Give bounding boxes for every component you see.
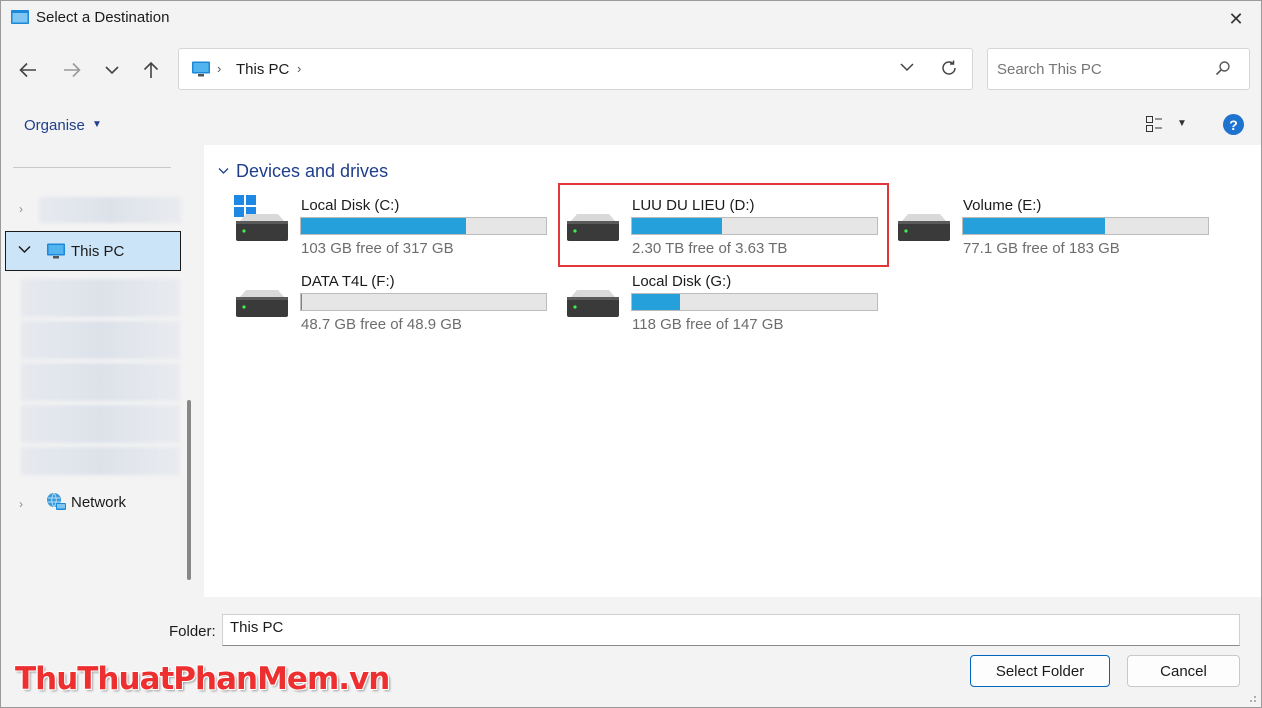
folder-icon	[11, 10, 29, 24]
folder-name-field[interactable]: This PC	[222, 614, 1240, 646]
search-icon[interactable]	[1215, 60, 1231, 76]
chevron-right-icon[interactable]: ›	[19, 497, 23, 511]
drive-item-g[interactable]: Local Disk (G:) 118 GB free of 147 GB	[565, 267, 885, 339]
drive-usage-bar	[962, 217, 1209, 235]
drive-free-space: 103 GB free of 317 GB	[301, 240, 454, 257]
search-input[interactable]: Search This PC	[997, 61, 1102, 78]
help-button[interactable]: ?	[1223, 114, 1244, 135]
arrow-right-icon	[64, 62, 81, 78]
sidebar-item-this-pc[interactable]: This PC	[5, 231, 181, 271]
chevron-down-icon[interactable]	[218, 167, 229, 175]
drive-free-space: 48.7 GB free of 48.9 GB	[301, 316, 462, 333]
window-title: Select a Destination	[36, 9, 170, 26]
caret-down-icon[interactable]: ▼	[92, 119, 102, 130]
cancel-button[interactable]: Cancel	[1127, 655, 1240, 687]
monitor-icon	[192, 61, 210, 77]
blurred-item	[21, 279, 180, 317]
drive-usage-fill	[301, 218, 467, 234]
drive-name: Volume (E:)	[963, 197, 1042, 214]
arrow-up-icon	[143, 61, 159, 78]
drive-free-space: 77.1 GB free of 183 GB	[963, 240, 1120, 257]
organise-menu-button[interactable]: Organise	[24, 117, 85, 134]
title-bar: Select a Destination ✕	[1, 1, 1261, 37]
caret-down-icon[interactable]: ▼	[1177, 118, 1187, 129]
highlight-box	[558, 183, 889, 267]
drive-usage-bar	[300, 217, 547, 235]
hard-drive-icon	[236, 214, 288, 241]
command-bar: Organise ▼ ▼ ?	[1, 105, 1261, 145]
blurred-item	[21, 321, 180, 359]
breadcrumb-chevron-icon[interactable]: ›	[297, 61, 301, 76]
search-box[interactable]: Search This PC	[987, 48, 1250, 90]
address-dropdown-button[interactable]	[900, 59, 914, 75]
chevron-right-icon[interactable]: ›	[19, 202, 23, 216]
close-icon: ✕	[1228, 8, 1244, 29]
breadcrumb-chevron-icon: ›	[217, 61, 222, 76]
drive-name: Local Disk (G:)	[632, 273, 732, 290]
drive-name: Local Disk (C:)	[301, 197, 400, 214]
resize-grip-icon[interactable]	[1245, 691, 1257, 703]
view-options-icon[interactable]	[1146, 116, 1162, 132]
sidebar-item-label: This PC	[71, 243, 125, 260]
folder-label: Folder:	[169, 623, 216, 640]
monitor-icon	[47, 243, 65, 259]
hard-drive-icon	[236, 290, 288, 317]
drive-usage-bar	[300, 293, 547, 311]
blurred-item	[21, 405, 180, 443]
drive-usage-fill	[632, 294, 681, 310]
forward-button[interactable]	[58, 56, 86, 84]
dialog-window: Select a Destination ✕ › This PC › Searc…	[0, 0, 1262, 708]
dialog-footer: Folder: This PC Select Folder Cancel Thu…	[1, 597, 1261, 707]
refresh-icon	[942, 60, 956, 75]
hard-drive-icon	[898, 214, 950, 241]
drive-name: DATA T4L (F:)	[301, 273, 395, 290]
address-bar[interactable]: › This PC ›	[178, 48, 973, 90]
back-button[interactable]	[14, 56, 42, 84]
arrow-left-icon	[19, 62, 36, 78]
chevron-down-icon	[105, 66, 119, 75]
recent-locations-button[interactable]	[98, 56, 126, 84]
sidebar-item-network[interactable]: Network	[39, 489, 179, 519]
navigation-pane: › This PC › Network	[1, 145, 204, 597]
chevron-down-icon	[900, 63, 914, 72]
breadcrumb-this-pc[interactable]: This PC	[236, 61, 289, 78]
drive-item-f[interactable]: DATA T4L (F:) 48.7 GB free of 48.9 GB	[234, 267, 554, 339]
blurred-item	[39, 197, 181, 223]
close-button[interactable]: ✕	[1221, 5, 1251, 33]
watermark-logo: ThuThuatPhanMem.vn	[15, 661, 390, 697]
sidebar-item-label: Network	[71, 494, 127, 511]
blurred-item	[21, 363, 180, 401]
chevron-down-icon[interactable]	[18, 245, 31, 254]
blurred-item	[21, 447, 180, 475]
drive-free-space: 118 GB free of 147 GB	[632, 316, 784, 333]
sidebar-scrollbar[interactable]	[187, 400, 191, 580]
divider	[13, 167, 171, 168]
select-folder-button[interactable]: Select Folder	[970, 655, 1110, 687]
drive-usage-fill	[301, 294, 302, 310]
group-header-devices-and-drives[interactable]: Devices and drives	[236, 161, 388, 182]
up-button[interactable]	[137, 56, 165, 84]
help-icon: ?	[1229, 116, 1238, 133]
drive-usage-fill	[963, 218, 1105, 234]
refresh-button[interactable]	[940, 59, 958, 83]
drive-item-c[interactable]: Local Disk (C:) 103 GB free of 317 GB	[234, 191, 554, 263]
hard-drive-icon	[567, 290, 619, 317]
network-icon	[47, 492, 66, 510]
drive-usage-bar	[631, 293, 878, 311]
drive-item-e[interactable]: Volume (E:) 77.1 GB free of 183 GB	[896, 191, 1216, 263]
